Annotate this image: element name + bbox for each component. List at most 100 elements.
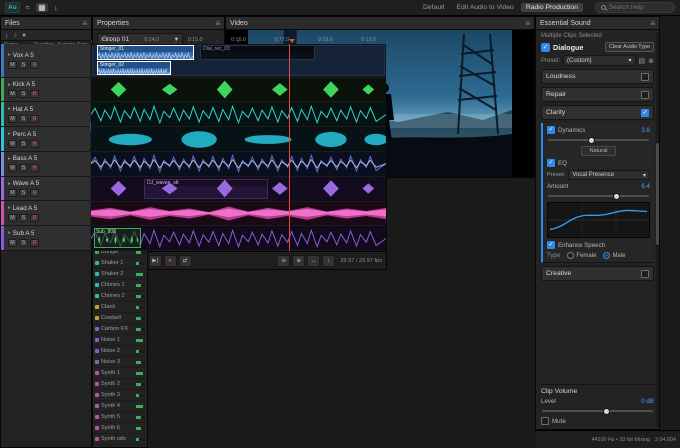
- collapse-icon[interactable]: ▸: [8, 106, 11, 112]
- track-list-item[interactable]: Synth 1: [93, 368, 147, 379]
- clear-audio-type-button[interactable]: Clear Audio Type: [605, 42, 654, 52]
- workspace-tab[interactable]: Edit Audio to Video: [452, 3, 519, 12]
- collapse-icon[interactable]: ▸: [8, 82, 11, 88]
- preset-save-icon[interactable]: ▤: [639, 57, 646, 65]
- waveform-view-icon[interactable]: ≈: [24, 3, 32, 12]
- track-lane-bass[interactable]: [91, 151, 386, 177]
- track-lane-sub[interactable]: Sub_808: [91, 226, 386, 251]
- track-header[interactable]: ▸ Sub A 5 M S R: [1, 226, 90, 251]
- track-name[interactable]: Wave A 5: [13, 180, 39, 187]
- track-list-item[interactable]: Clank: [93, 302, 147, 313]
- solo-button[interactable]: S: [19, 114, 28, 123]
- track-lane-perc[interactable]: [91, 127, 386, 152]
- collapse-icon[interactable]: ▸: [8, 156, 11, 162]
- files-panel-header[interactable]: Files ≡: [1, 17, 91, 30]
- ruler-labels[interactable]: 0:13.0 0:14.0 0:15.0 0:16.0 0:17.0 0:18.0 0:19…: [91, 33, 386, 43]
- solo-button[interactable]: S: [19, 164, 28, 173]
- track-name[interactable]: Sub A 5: [13, 230, 35, 237]
- properties-header[interactable]: Properties ≡: [93, 17, 224, 30]
- scrollbar[interactable]: [656, 32, 659, 427]
- solo-button[interactable]: S: [19, 90, 28, 99]
- speech-type-radio[interactable]: Male: [603, 252, 625, 259]
- solo-button[interactable]: S: [19, 189, 28, 198]
- track-lane-hat[interactable]: [91, 102, 386, 128]
- eq-curve-graph[interactable]: [547, 202, 650, 238]
- track-name[interactable]: Vox A 5: [13, 52, 34, 59]
- track-list-item[interactable]: Synth 2: [93, 379, 147, 390]
- mute-button[interactable]: M: [8, 213, 17, 222]
- mute-checkbox[interactable]: ✓: [541, 417, 549, 425]
- track-header[interactable]: ▸ Perc A 5 M S R: [1, 127, 90, 152]
- video-panel-header[interactable]: Video ≡: [226, 17, 534, 30]
- solo-button[interactable]: S: [19, 60, 28, 69]
- record-button[interactable]: ●: [163, 254, 177, 267]
- arm-button[interactable]: R: [30, 90, 39, 99]
- record-icon[interactable]: ●: [22, 32, 26, 39]
- solo-button[interactable]: S: [19, 213, 28, 222]
- zoom-vertical-button[interactable]: ↕: [322, 254, 336, 267]
- workspace-tab[interactable]: Radio Production: [520, 3, 583, 12]
- speech-type-radio[interactable]: Female: [567, 252, 596, 259]
- enhance-speech-checkbox[interactable]: ✓: [547, 241, 555, 249]
- mute-button[interactable]: M: [8, 189, 17, 198]
- track-name[interactable]: Hat A 5: [13, 106, 33, 113]
- clarity-checkbox[interactable]: ✓: [641, 108, 649, 117]
- mute-button[interactable]: M: [8, 238, 17, 247]
- mute-button[interactable]: M: [8, 164, 17, 173]
- mute-button[interactable]: M: [8, 60, 17, 69]
- track-header[interactable]: ▸ Vox A 5 M S R: [1, 44, 90, 78]
- collapse-icon[interactable]: ▸: [8, 181, 11, 187]
- clip-sub-808[interactable]: Sub_808: [93, 228, 142, 249]
- eq-preset-select[interactable]: Vocal Presence ▾: [568, 170, 650, 180]
- arm-button[interactable]: R: [30, 238, 39, 247]
- track-list-item[interactable]: Carbon FX: [93, 324, 147, 335]
- clip-dialog[interactable]: Dial_rec_03: [200, 45, 316, 60]
- search-box[interactable]: [595, 2, 675, 13]
- track-lane-lead[interactable]: [91, 201, 386, 227]
- creative-checkbox[interactable]: ✓: [641, 269, 649, 278]
- dynamics-checkbox[interactable]: ✓: [547, 126, 555, 134]
- section-repair[interactable]: Repair ✓: [541, 87, 654, 102]
- track-list-item[interactable]: Noise 2: [93, 346, 147, 357]
- track-list-item[interactable]: Synth 4: [93, 401, 147, 412]
- track-name[interactable]: Lead A 5: [13, 205, 38, 212]
- arm-button[interactable]: R: [30, 213, 39, 222]
- multitrack-view-icon[interactable]: ▦: [36, 3, 48, 12]
- track-name[interactable]: Kick A 5: [13, 81, 35, 88]
- arm-button[interactable]: R: [30, 114, 39, 123]
- track-list-item[interactable]: Synth 5: [93, 412, 147, 423]
- solo-button[interactable]: S: [19, 139, 28, 148]
- track-list-item[interactable]: Noise 3: [93, 357, 147, 368]
- track-header[interactable]: ▸ Hat A 5 M S R: [1, 102, 90, 128]
- zoom-horizontal-button[interactable]: ↔: [307, 254, 321, 267]
- panel-menu-icon[interactable]: ≡: [82, 19, 87, 28]
- collapse-icon[interactable]: ▸: [8, 52, 11, 58]
- search-input[interactable]: [609, 4, 669, 11]
- radio-icon[interactable]: [603, 252, 611, 259]
- zoom-in-button[interactable]: ⊕: [292, 254, 306, 267]
- mute-button[interactable]: M: [8, 114, 17, 123]
- track-header[interactable]: ▸ Lead A 5 M S R: [1, 201, 90, 227]
- mute-button[interactable]: M: [8, 139, 17, 148]
- track-name[interactable]: Bass A 5: [13, 155, 38, 162]
- preset-select[interactable]: (Custom) ▾: [563, 55, 636, 66]
- track-list-item[interactable]: Cowbell: [93, 313, 147, 324]
- repair-checkbox[interactable]: ✓: [641, 90, 649, 99]
- track-list-item[interactable]: Synth 6: [93, 423, 147, 434]
- radio-icon[interactable]: [567, 252, 575, 259]
- track-list-item[interactable]: Noise 1: [93, 335, 147, 346]
- track-name[interactable]: Perc A 5: [13, 131, 36, 138]
- arm-button[interactable]: R: [30, 60, 39, 69]
- arm-button[interactable]: R: [30, 189, 39, 198]
- workspace-tab[interactable]: Default: [418, 3, 450, 12]
- collapse-icon[interactable]: ▸: [8, 230, 11, 236]
- skip-end-button[interactable]: ▶|: [148, 254, 162, 267]
- track-header[interactable]: ▸ Wave A 5 M S R: [1, 176, 90, 202]
- section-loudness[interactable]: Loudness ✓: [541, 69, 654, 84]
- level-slider[interactable]: [542, 407, 653, 415]
- mute-button[interactable]: M: [8, 90, 17, 99]
- solo-button[interactable]: S: [19, 238, 28, 247]
- clip-stinger-1[interactable]: Stinger_01: [96, 45, 195, 60]
- import-icon[interactable]: ↓: [52, 3, 60, 12]
- track-list-item[interactable]: Shaker 1: [93, 258, 147, 269]
